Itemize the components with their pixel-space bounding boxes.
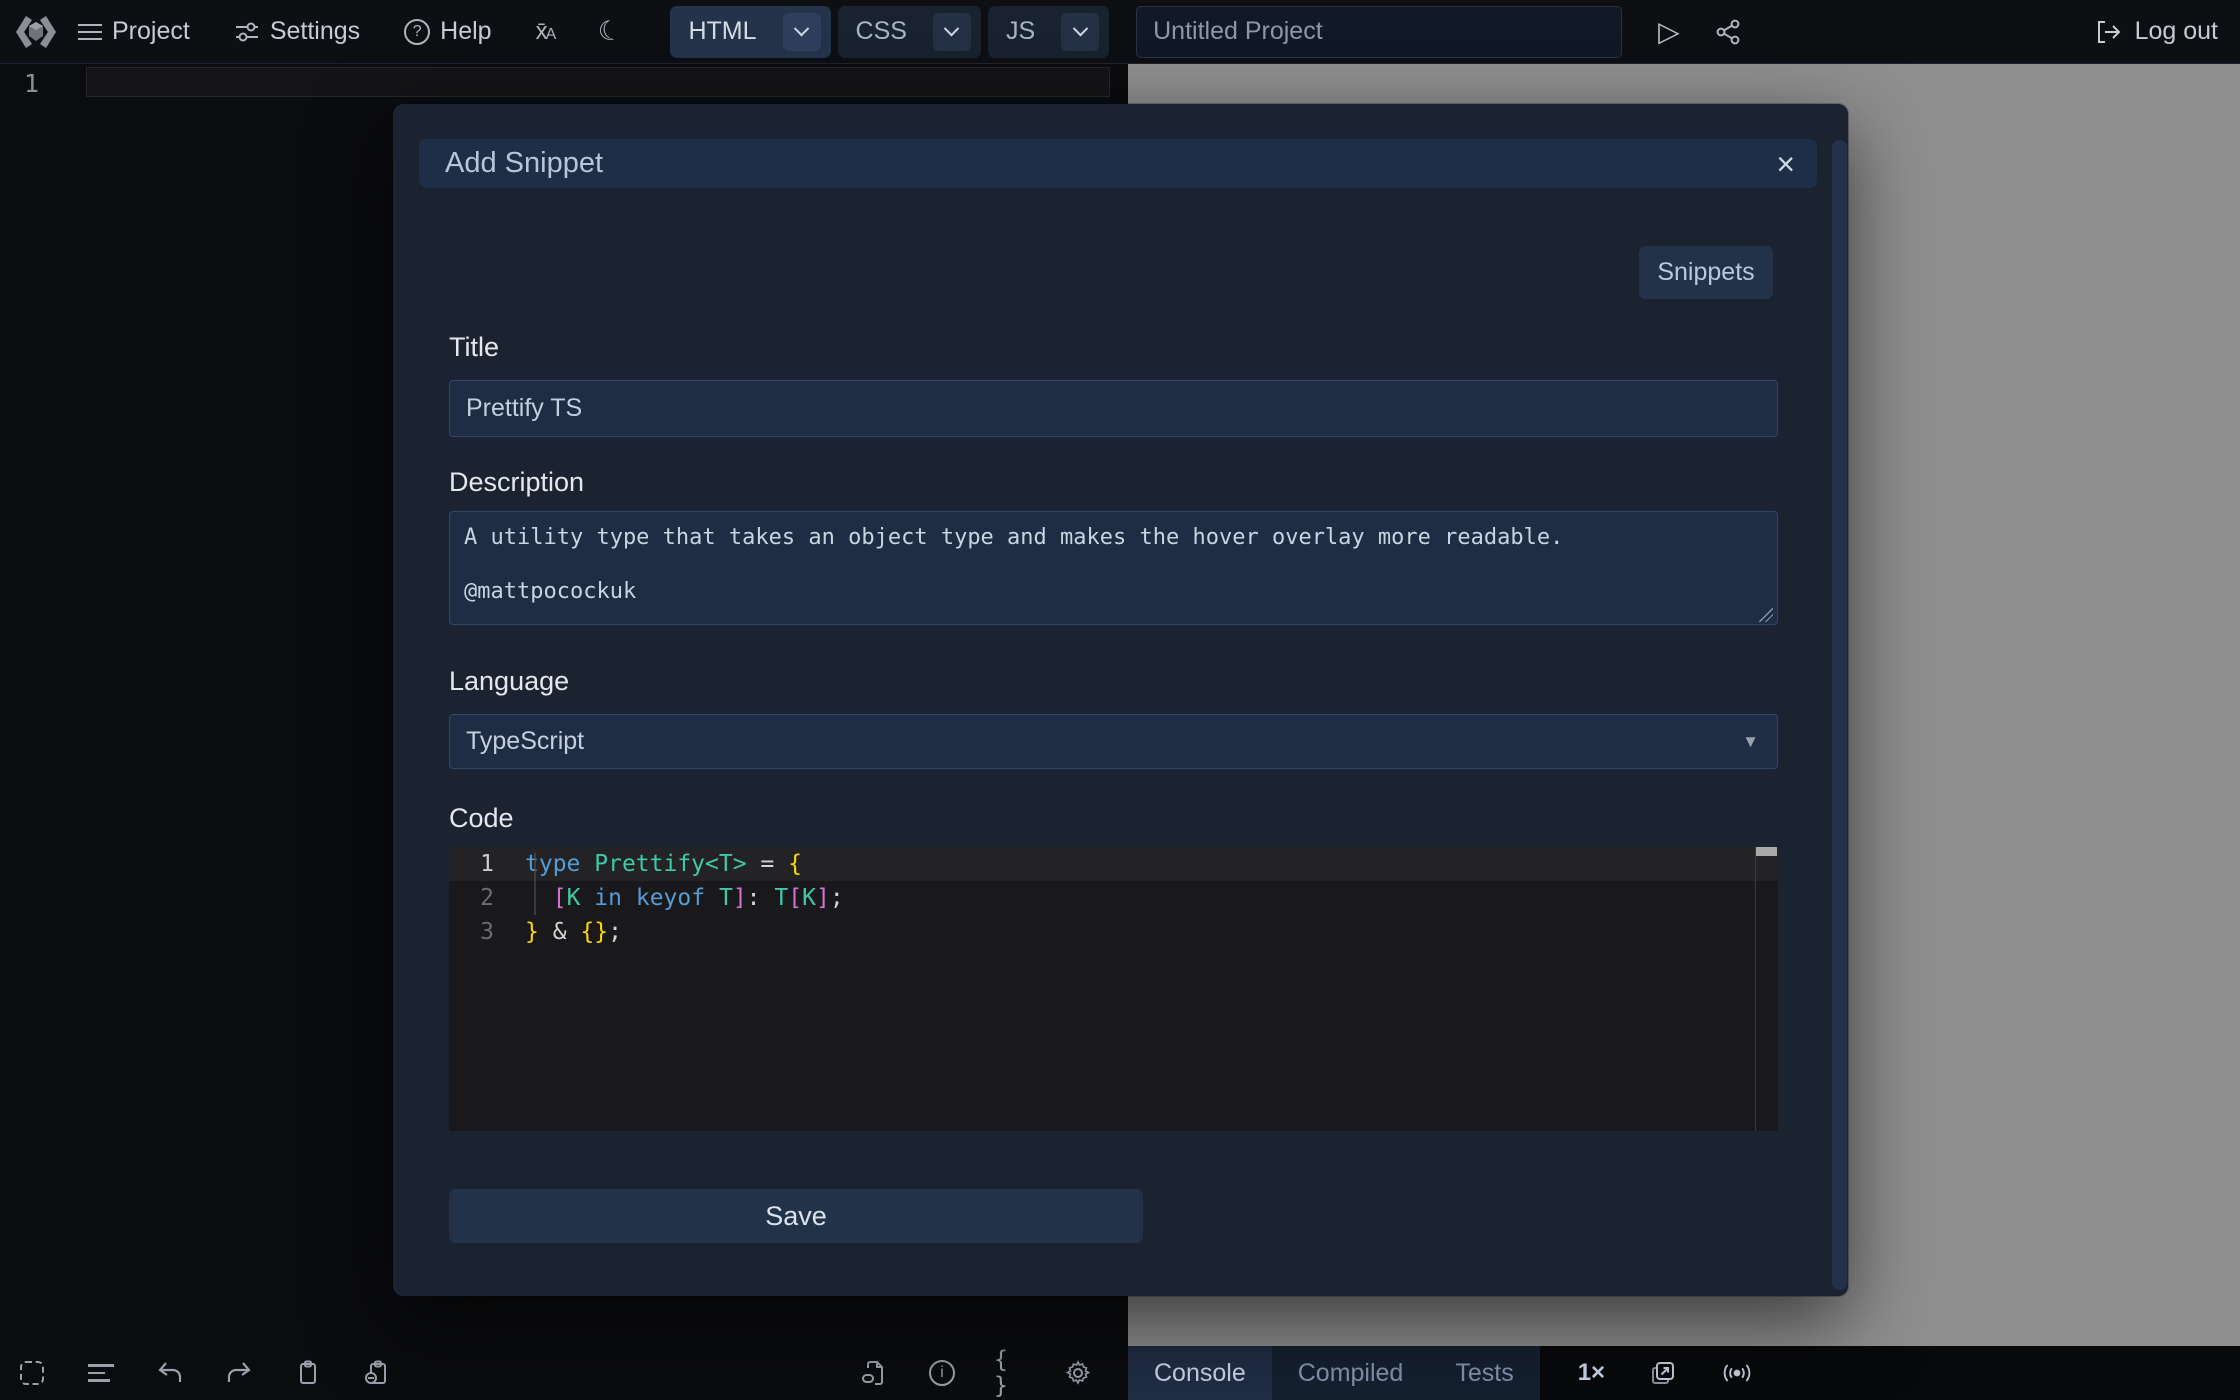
- code-line-number: 1: [449, 847, 525, 881]
- tab-compiled[interactable]: Compiled: [1272, 1346, 1430, 1400]
- project-name-input[interactable]: [1136, 6, 1622, 58]
- menu-project-label: Project: [112, 17, 190, 46]
- code-scrollbar-track[interactable]: [1755, 847, 1778, 1131]
- language-select[interactable]: TypeScript ▼: [449, 714, 1778, 769]
- format-code-icon[interactable]: [85, 1357, 117, 1389]
- textarea-resize-handle[interactable]: [1759, 608, 1773, 622]
- snippet-code-editor[interactable]: 1type Prettify<T> = {2 [K in keyof T]: T…: [449, 847, 1778, 1131]
- live-reload-icon[interactable]: [1721, 1357, 1753, 1389]
- copy-icon[interactable]: [292, 1357, 324, 1389]
- tab-js[interactable]: JS: [988, 6, 1109, 58]
- share-icon[interactable]: [1714, 18, 1742, 46]
- open-preview-icon[interactable]: [1647, 1357, 1679, 1389]
- code-line-content: [K in keyof T]: T[K];: [525, 881, 844, 915]
- snippets-button[interactable]: Snippets: [1639, 246, 1773, 299]
- menu-help-label: Help: [440, 17, 491, 46]
- tab-html[interactable]: HTML: [670, 6, 830, 58]
- snippet-description-textarea[interactable]: A utility type that takes an object type…: [449, 511, 1778, 625]
- run-button[interactable]: ▷: [1658, 15, 1680, 48]
- code-line-number: 3: [449, 915, 525, 949]
- dark-mode-icon[interactable]: ☾: [595, 14, 625, 49]
- tab-tests[interactable]: Tests: [1429, 1346, 1539, 1400]
- description-label: Description: [449, 467, 584, 498]
- code-lines: 1type Prettify<T> = {2 [K in keyof T]: T…: [449, 847, 1778, 949]
- modal-title: Add Snippet: [445, 147, 603, 180]
- menu-settings[interactable]: Settings: [234, 17, 360, 46]
- hamburger-icon: [78, 19, 102, 45]
- language-select-value: TypeScript: [466, 727, 584, 756]
- sliders-icon: [234, 19, 260, 45]
- close-icon[interactable]: ×: [1776, 148, 1795, 180]
- app-root: Project Settings ? Help x̄A ☾ HTML CSS: [0, 0, 2240, 1400]
- editor-actions: [16, 1346, 393, 1400]
- modal-header: Add Snippet ×: [419, 139, 1817, 188]
- info-icon[interactable]: i: [926, 1357, 958, 1389]
- logout-icon: [2095, 18, 2123, 46]
- top-toolbar: Project Settings ? Help x̄A ☾ HTML CSS: [0, 0, 2240, 64]
- logout-button[interactable]: Log out: [2095, 17, 2218, 46]
- code-line-content: } & {};: [525, 915, 622, 949]
- code-label: Code: [449, 803, 514, 834]
- undo-icon[interactable]: [154, 1357, 186, 1389]
- bottom-toolbar: i { } Console Compiled Tests 1×: [0, 1346, 2240, 1400]
- file-link-icon[interactable]: [858, 1357, 890, 1389]
- translate-icon[interactable]: x̄A: [536, 18, 555, 46]
- braces-icon[interactable]: { }: [994, 1357, 1026, 1389]
- code-line-content: type Prettify<T> = {: [525, 847, 802, 881]
- tab-console[interactable]: Console: [1128, 1346, 1272, 1400]
- modal-scrollbar[interactable]: [1832, 140, 1847, 1290]
- js-options-button[interactable]: [1061, 13, 1099, 51]
- code-line[interactable]: 2 [K in keyof T]: T[K];: [449, 881, 1778, 915]
- help-icon: ?: [404, 19, 430, 45]
- select-arrow-icon: ▼: [1742, 732, 1759, 752]
- app-logo-icon[interactable]: [12, 12, 60, 52]
- code-line[interactable]: 1type Prettify<T> = {: [449, 847, 1778, 881]
- zoom-level[interactable]: 1×: [1578, 1346, 1605, 1400]
- editor-active-line[interactable]: [86, 67, 1110, 97]
- add-snippet-modal: Add Snippet × Snippets Title Description…: [393, 104, 1848, 1296]
- chevron-down-icon: [794, 21, 810, 37]
- menu-settings-label: Settings: [270, 17, 360, 46]
- select-all-icon[interactable]: [16, 1357, 48, 1389]
- paste-icon[interactable]: [361, 1357, 393, 1389]
- tab-js-label: JS: [1006, 17, 1035, 46]
- tab-css[interactable]: CSS: [838, 6, 981, 58]
- title-label: Title: [449, 332, 499, 363]
- logout-label: Log out: [2135, 17, 2218, 46]
- settings-gear-icon[interactable]: [1062, 1357, 1094, 1389]
- chevron-down-icon: [1072, 21, 1088, 37]
- snippet-title-input[interactable]: [449, 380, 1778, 437]
- code-line-number: 2: [449, 881, 525, 915]
- save-button[interactable]: Save: [449, 1189, 1143, 1243]
- editor-tools: i { }: [858, 1346, 1094, 1400]
- chevron-down-icon: [944, 21, 960, 37]
- tab-css-label: CSS: [856, 17, 907, 46]
- menu-help[interactable]: ? Help: [404, 17, 491, 46]
- css-options-button[interactable]: [933, 13, 971, 51]
- output-tabs-bar: Console Compiled Tests 1×: [1128, 1346, 2240, 1400]
- indent-guide: [534, 853, 536, 915]
- output-tabs: Console Compiled Tests: [1128, 1346, 1540, 1400]
- code-line[interactable]: 3} & {};: [449, 915, 1778, 949]
- html-options-button[interactable]: [783, 13, 821, 51]
- tab-html-label: HTML: [688, 17, 756, 46]
- menu-project[interactable]: Project: [78, 17, 190, 46]
- redo-icon[interactable]: [223, 1357, 255, 1389]
- code-scrollbar-thumb[interactable]: [1756, 847, 1777, 856]
- language-label: Language: [449, 666, 569, 697]
- editor-line-number: 1: [24, 69, 39, 98]
